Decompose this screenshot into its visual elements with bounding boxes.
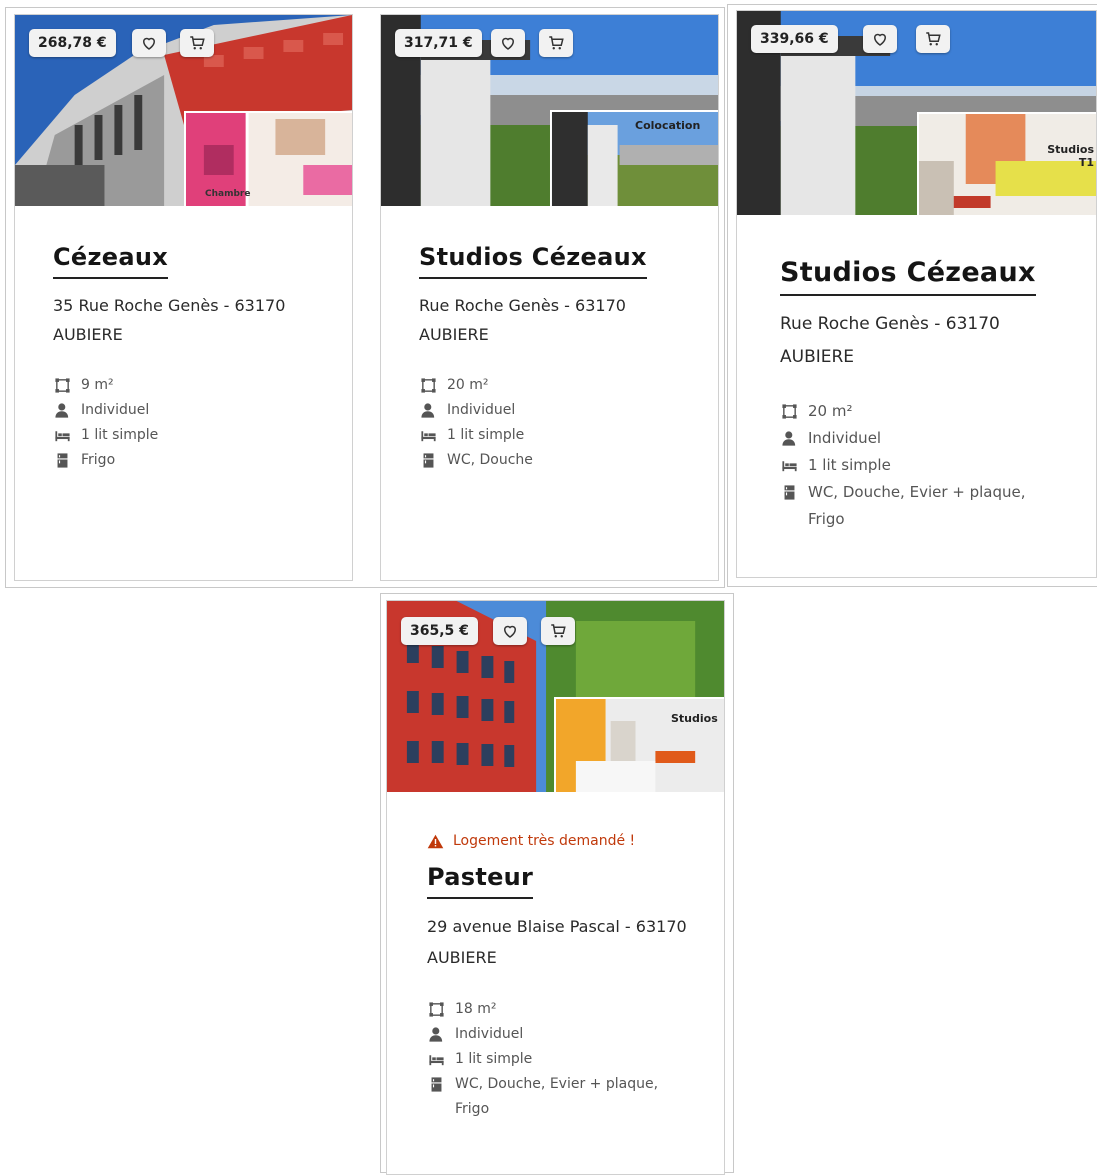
housing-card-studios-cezeaux-t1[interactable]: Studios T1 339,66 € Studios Cézeaux Rue … [736,10,1097,578]
bed-icon [420,431,436,442]
residence-title[interactable]: Pasteur [427,863,534,899]
address-city: AUBIERE [53,325,123,344]
heart-icon [501,37,515,50]
residence-title[interactable]: Studios Cézeaux [419,243,647,279]
person-icon [781,431,795,446]
fridge-icon [423,453,433,468]
favorite-button[interactable] [491,29,525,57]
fridge-icon [431,1077,441,1092]
area-icon [420,378,436,393]
feature-list: 20 m² Individuel 1 lit simple WC, Douche [419,373,702,473]
favorite-button[interactable] [863,25,897,53]
feature-equipment: WC, Douche, Evier + plaque, Frigo [427,1072,708,1122]
feature-type: Individuel [419,398,702,423]
overlay-label: Chambre [205,189,251,199]
feature-type: Individuel [427,1022,708,1047]
warning-icon [427,834,444,848]
heart-icon [142,37,156,50]
cart-button[interactable] [916,25,950,53]
address: 29 avenue Blaise Pascal - 63170 AUBIERE [427,911,708,973]
feature-bed: 1 lit simple [427,1047,708,1072]
feature-list: 20 m² Individuel 1 lit simple WC, Douche… [780,398,1080,533]
cart-icon [926,32,941,46]
address-line1: 35 Rue Roche Genès - 63170 [53,296,286,315]
fridge-icon [57,453,67,468]
address-city: AUBIERE [427,948,497,967]
high-demand-warning: Logement très demandé ! [427,833,708,849]
heart-icon [503,625,517,638]
price-badge: 365,5 € [401,617,478,645]
address: Rue Roche Genès - 63170 AUBIERE [419,291,702,349]
address-city: AUBIERE [780,347,855,367]
address-line1: 29 avenue Blaise Pascal - 63170 [427,917,687,936]
bed-icon [428,1055,444,1066]
cart-button[interactable] [539,29,573,57]
price-badge: 339,66 € [751,25,838,53]
overlay-label: Studios T1 [1047,143,1094,169]
feature-list: 18 m² Individuel 1 lit simple WC, Douche… [427,997,708,1122]
feature-area: 9 m² [53,373,336,398]
feature-area: 20 m² [419,373,702,398]
bed-icon [54,431,70,442]
bed-icon [781,461,797,472]
feature-area: 20 m² [780,398,1080,425]
feature-equipment: Frigo [53,448,336,473]
area-icon [428,1002,444,1017]
housing-card-studios-cezeaux[interactable]: Colocation 317,71 € Studios Cézeaux Rue … [380,14,719,581]
area-icon [54,378,70,393]
feature-bed: 1 lit simple [780,452,1080,479]
cart-icon [549,36,564,50]
heart-icon [873,33,887,46]
feature-equipment: WC, Douche, Evier + plaque, Frigo [780,479,1080,533]
feature-bed: 1 lit simple [53,423,336,448]
price-badge: 268,78 € [29,29,116,57]
housing-card-pasteur[interactable]: Studios 365,5 € Logement très demandé ! … [386,600,725,1175]
feature-type: Individuel [53,398,336,423]
area-icon [781,404,797,419]
person-icon [54,403,68,418]
person-icon [428,1027,442,1042]
favorite-button[interactable] [132,29,166,57]
overlay-label: Studios [671,712,718,725]
residence-title[interactable]: Cézeaux [53,243,168,279]
favorite-button[interactable] [493,617,527,645]
cart-icon [551,624,566,638]
cart-button[interactable] [541,617,575,645]
feature-bed: 1 lit simple [419,423,702,448]
address-line1: Rue Roche Genès - 63170 [780,314,1000,334]
price-badge: 317,71 € [395,29,482,57]
feature-area: 18 m² [427,997,708,1022]
overlay-label: Colocation [635,119,701,132]
cart-icon [190,36,205,50]
address-line1: Rue Roche Genès - 63170 [419,296,626,315]
address: Rue Roche Genès - 63170 AUBIERE [780,308,1080,374]
address-city: AUBIERE [419,325,489,344]
person-icon [420,403,434,418]
fridge-icon [784,485,794,500]
feature-type: Individuel [780,425,1080,452]
address: 35 Rue Roche Genès - 63170 AUBIERE [53,291,336,349]
cart-button[interactable] [180,29,214,57]
feature-list: 9 m² Individuel 1 lit simple Frigo [53,373,336,473]
feature-equipment: WC, Douche [419,448,702,473]
housing-card-cezeaux[interactable]: Chambre 268,78 € Cézeaux 35 Rue Roche Ge… [14,14,353,581]
residence-title[interactable]: Studios Cézeaux [780,257,1036,296]
